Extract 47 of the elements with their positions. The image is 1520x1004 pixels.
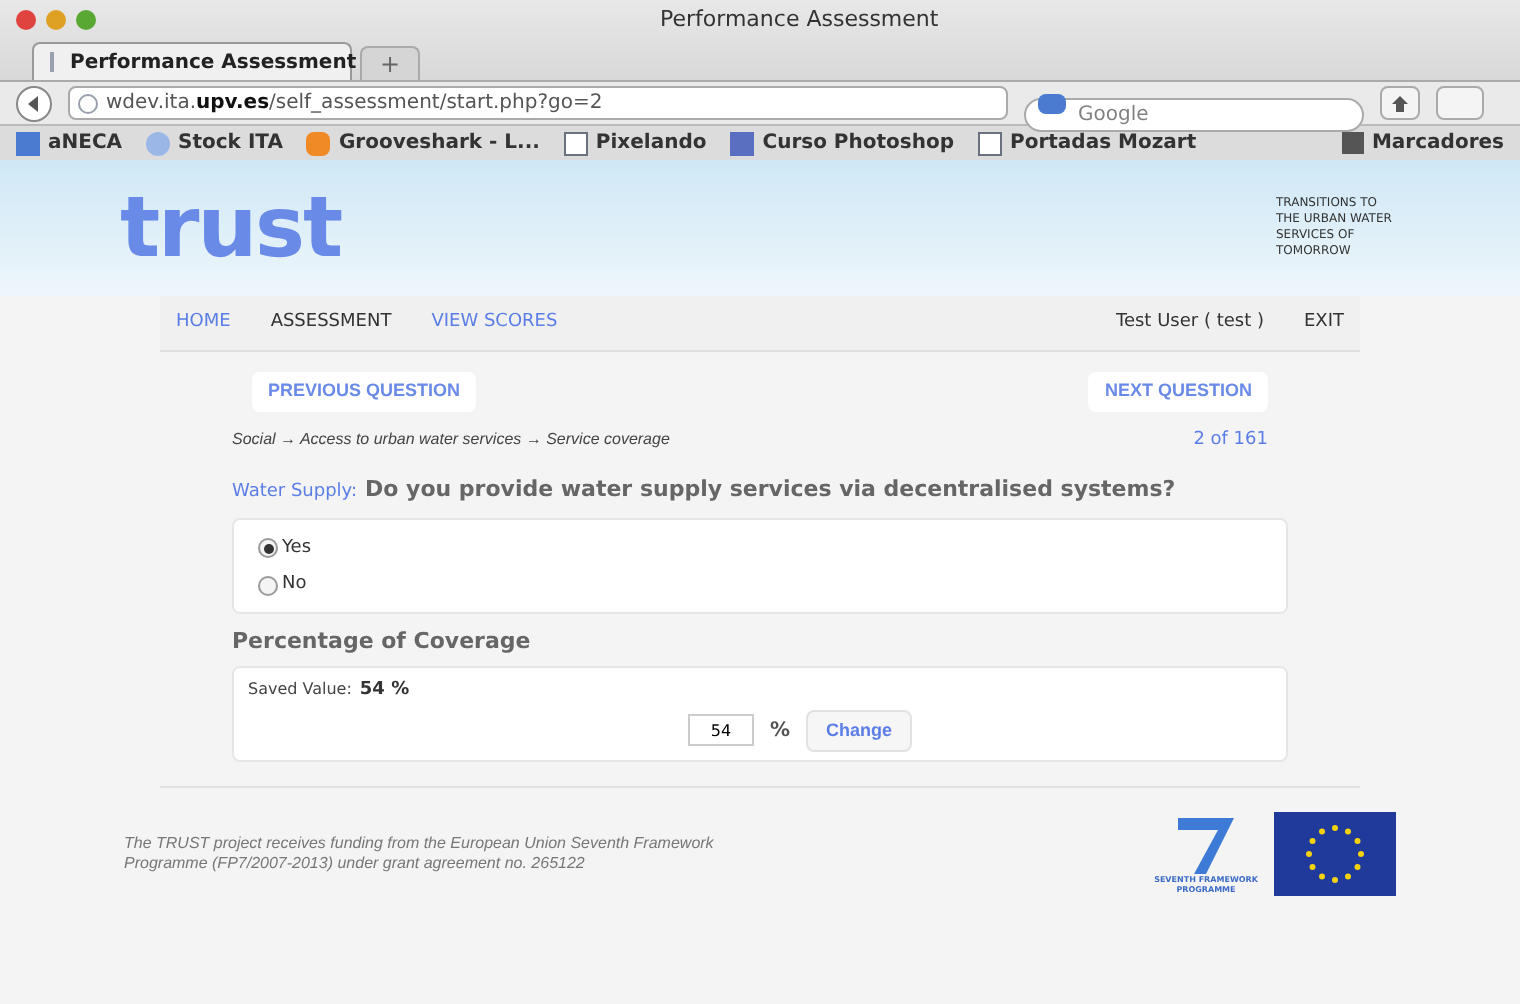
radio-button[interactable] xyxy=(258,575,278,596)
address-field[interactable]: wdev.ita.upv.es/self_assessment/start.php?go=2 xyxy=(68,86,1008,120)
bookmark-link[interactable]: Pixelando xyxy=(595,128,707,158)
exit-link[interactable]: EXIT xyxy=(1303,309,1344,337)
bookmark-icon xyxy=(16,131,40,155)
footer-text: The TRUST project receives funding from the European Union Seventh Framework Programme (FP7/2007-2013) under grant agreement no. 265122 xyxy=(124,834,716,874)
question-category: Water Supply: xyxy=(232,480,358,506)
bookmarks-icon xyxy=(1341,132,1364,154)
bookmark-icon xyxy=(306,131,331,155)
bookmark-link[interactable]: Curso Photoshop xyxy=(762,128,954,158)
radio-button[interactable] xyxy=(258,538,278,559)
bookmark-link[interactable]: Portadas Mozart xyxy=(1010,128,1197,158)
bookmark-link[interactable]: Grooveshark - L... xyxy=(338,128,540,158)
home-icon xyxy=(1390,93,1410,113)
home-button[interactable] xyxy=(1380,86,1420,120)
back-arrow-icon xyxy=(26,95,42,111)
bookmark-icon xyxy=(146,131,171,155)
bookmark-icon xyxy=(978,131,1002,155)
bookmark-icon xyxy=(730,131,755,155)
bookmark-link[interactable]: Stock ITA xyxy=(178,128,283,158)
bookmarks-menu[interactable]: Marcadores xyxy=(1371,128,1504,158)
addon-button[interactable] xyxy=(1436,86,1484,120)
globe-icon xyxy=(78,93,98,113)
question-text: Do you provide water supply services via decentralised systems? xyxy=(365,474,1176,506)
back-button[interactable] xyxy=(16,85,52,121)
section-title: Percentage of Coverage xyxy=(232,625,533,657)
site-logo: trust xyxy=(120,186,342,270)
search-field[interactable]: Google xyxy=(1024,98,1364,132)
window-title: Performance Assessment xyxy=(660,3,939,36)
bookmark-link[interactable]: aNECA xyxy=(48,128,123,158)
close-icon[interactable] xyxy=(16,10,36,30)
nav-link[interactable]: ASSESSMENT xyxy=(270,309,392,337)
zoom-icon[interactable] xyxy=(76,10,96,30)
percent-unit: % xyxy=(770,717,791,746)
browser-tab[interactable]: Performance Assessment xyxy=(32,42,352,80)
percentage-input[interactable]: 54 xyxy=(688,714,754,747)
radio-label: Yes xyxy=(282,535,312,561)
new-tab-button[interactable]: + xyxy=(360,46,420,80)
saved-value-label: Saved Value: xyxy=(248,678,352,702)
user-name: Test User ( test ) xyxy=(1115,309,1264,336)
breadcrumb: Social → Access to urban water services → Service coverage xyxy=(232,428,670,453)
saved-value: 54 % xyxy=(359,678,410,704)
minimize-icon[interactable] xyxy=(46,10,66,30)
stars-flag-icon xyxy=(1274,812,1396,896)
radio-label: No xyxy=(282,572,307,598)
bookmark-icon xyxy=(563,131,588,155)
question-counter: 2 of 161 xyxy=(1193,427,1268,453)
